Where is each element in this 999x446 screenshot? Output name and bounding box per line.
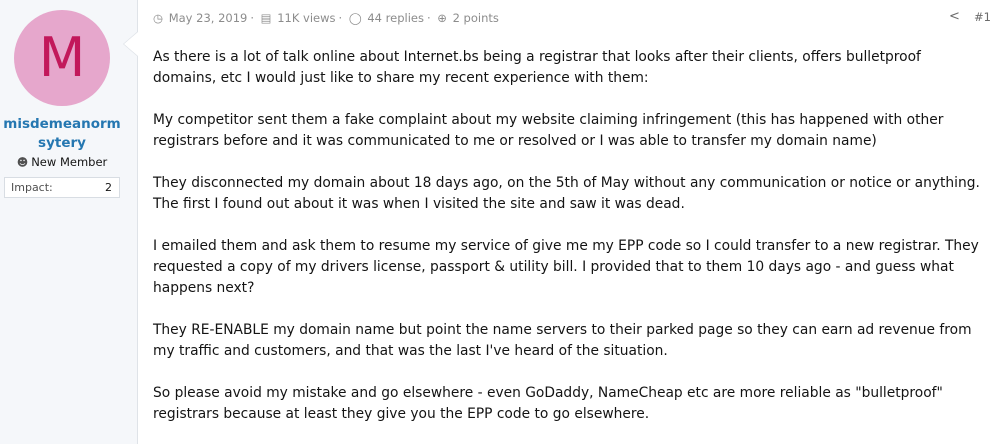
clock-icon: ◷ xyxy=(153,11,164,25)
post-number[interactable]: #1 xyxy=(974,10,991,24)
username-line-2[interactable]: sytery xyxy=(38,135,86,151)
username-link[interactable]: misdemeanorm sytery xyxy=(0,115,124,153)
post-date[interactable]: May 23, 2019 xyxy=(169,11,248,25)
post-paragraph: So please avoid my mistake and go elsewh… xyxy=(153,385,943,422)
view-count: 11K views xyxy=(277,11,336,25)
impact-label: Impact: xyxy=(11,181,53,194)
rank-label: New Member xyxy=(31,155,108,169)
user-rank: ☻ New Member xyxy=(0,155,124,169)
user-panel: M misdemeanorm sytery ☻ New Member Impact… xyxy=(0,0,138,444)
post-paragraph: They RE-ENABLE my domain name but point … xyxy=(153,322,972,359)
post-meta: ◷ May 23, 2019 · ▤ 11K views · ◯ 44 replie… xyxy=(153,11,499,25)
post-paragraph: As there is a lot of talk online about I… xyxy=(153,49,921,86)
user-icon: ☻ xyxy=(16,156,29,169)
avatar[interactable]: M xyxy=(14,10,110,106)
post-paragraph: I emailed them and ask them to resume my… xyxy=(153,238,979,296)
bar-chart-icon: ▤ xyxy=(260,11,272,25)
post-paragraph: My competitor sent them a fake complaint… xyxy=(153,112,944,149)
comment-icon: ◯ xyxy=(348,11,362,25)
username-line-1[interactable]: misdemeanorm xyxy=(3,116,121,132)
message-arrow xyxy=(124,32,138,56)
post-paragraph: They disconnected my domain about 18 day… xyxy=(153,175,980,212)
impact-value: 2 xyxy=(105,181,112,194)
points-count: 2 points xyxy=(452,11,499,25)
share-icon[interactable]: < xyxy=(949,9,960,24)
post-body: As there is a lot of talk online about I… xyxy=(153,47,988,446)
plus-circle-icon: ⊕ xyxy=(437,11,447,25)
impact-box: Impact: 2 xyxy=(4,177,120,198)
reply-count: 44 replies xyxy=(367,11,424,25)
